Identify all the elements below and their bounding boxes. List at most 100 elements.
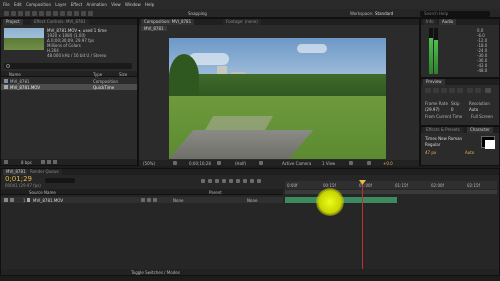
hand-tool-icon[interactable] [11,10,16,16]
camera-tool-icon[interactable] [32,10,37,16]
zoom-tool-icon[interactable] [18,10,23,16]
region-of-interest-icon[interactable] [259,161,263,165]
menu-file[interactable]: File [3,0,10,9]
draft-3d-icon[interactable] [215,179,219,183]
shy-switch-icon[interactable] [141,198,145,202]
menu-help[interactable]: Help [145,0,154,9]
menu-window[interactable]: Window [125,0,141,9]
brainstorm-icon[interactable] [243,179,247,183]
mask-tool-icon[interactable] [46,10,51,16]
project-row-selected[interactable]: MVI_8781.MOV QuickTime [1,84,137,90]
menu-animation[interactable]: Animation [87,0,107,9]
clone-tool-icon[interactable] [74,10,79,16]
tab-preview[interactable]: Preview [423,79,445,85]
skip-select[interactable]: 0 [451,107,454,112]
pan-behind-tool-icon[interactable] [39,10,44,16]
frame-rate-select[interactable]: (29.97) [425,107,440,112]
menu-view[interactable]: View [111,0,121,9]
mute-audio-icon[interactable] [467,88,473,93]
brush-tool-icon[interactable] [67,10,72,16]
comp-mini-flowchart-icon[interactable] [201,179,205,183]
magnification-select[interactable]: (50%) [143,161,155,166]
layer-name[interactable]: MVI_8781.MOV [33,198,63,203]
pen-tool-icon[interactable] [53,10,58,16]
tab-composition[interactable]: Composition: MVI_8781 [141,19,195,25]
composition-subtab[interactable]: MVI_8781 [141,26,167,31]
eraser-tool-icon[interactable] [81,10,86,16]
loop-icon[interactable] [475,88,481,93]
current-time[interactable]: 0;00;10;28 [189,161,211,166]
view-select[interactable]: Active Camera [282,161,311,166]
time-ruler[interactable]: 0:00f 00:15f 01:00f 01:15f 02:00f 02:15f [285,181,497,189]
fast-previews-icon[interactable] [349,161,353,165]
selection-tool-icon[interactable] [4,10,9,16]
current-time-indicator[interactable] [362,181,363,275]
layer-row[interactable]: 1 MVI_8781.MOV None None [1,197,283,203]
tab-effect-controls[interactable]: Effect Controls: MVI_8781 [31,19,89,25]
interpret-footage-icon[interactable] [4,160,8,164]
layer-parent-select[interactable]: None [247,198,257,203]
first-frame-icon[interactable] [425,88,431,93]
toggle-switches-modes[interactable]: Toggle Switches / Modes [131,270,180,275]
next-frame-icon[interactable] [449,88,455,93]
quality-switch-icon[interactable] [153,198,157,202]
timeline-search-input[interactable] [45,178,75,183]
composition-viewer[interactable] [169,38,386,159]
layer-mode[interactable]: None [173,198,183,203]
search-help-input[interactable]: Search Help [420,10,490,17]
timeline-current-time[interactable]: 0;01;29 [5,176,32,183]
new-composition-icon[interactable] [47,160,51,164]
column-name[interactable]: Name [9,72,21,77]
menu-effect[interactable]: Effect [71,0,83,9]
full-screen-checkbox[interactable]: Full Screen [471,114,493,119]
tab-footage[interactable]: Footage: (none) [223,19,261,25]
new-folder-icon[interactable] [41,160,45,164]
project-search-input[interactable] [4,63,132,69]
column-parent[interactable]: Parent [209,190,222,195]
flowchart-icon[interactable] [367,161,371,165]
menu-edit[interactable]: Edit [14,0,22,9]
workspace-select[interactable]: Standard [375,11,393,16]
leading-value[interactable]: Auto [465,150,474,155]
font-size-value[interactable]: 47 px [425,150,436,155]
font-style-select[interactable]: Regular [425,142,440,147]
hide-shy-layers-icon[interactable] [222,179,226,183]
tab-character[interactable]: Character [467,127,493,133]
bpc-label[interactable]: 8 bpc [21,160,32,165]
audio-speaker-icon[interactable] [10,198,14,202]
previous-frame-icon[interactable] [433,88,439,93]
column-size[interactable]: Size [119,72,127,77]
play-icon[interactable] [441,88,447,93]
resolution-select[interactable]: Auto [469,107,478,112]
tab-render-queue[interactable]: Render Queue [27,169,62,175]
stroke-color-swatch[interactable] [485,140,495,149]
rotate-tool-icon[interactable] [25,10,30,16]
font-family-select[interactable]: Times New Roman [425,136,462,141]
last-frame-icon[interactable] [457,88,463,93]
trash-icon[interactable] [53,160,57,164]
graph-editor-icon[interactable] [257,179,261,183]
exposure-value[interactable]: +0.0 [383,161,393,166]
motion-blur-icon[interactable] [236,179,240,183]
view-layout-select[interactable]: 1 View [322,161,335,166]
snapshot-icon[interactable] [217,161,221,165]
menu-composition[interactable]: Composition [26,0,51,9]
tab-info[interactable]: Info [423,19,437,25]
resolution-select[interactable]: (Half) [235,161,246,166]
collapse-switch-icon[interactable] [147,198,151,202]
column-source-name[interactable]: Source Name [29,190,56,195]
puppet-tool-icon[interactable] [88,10,93,16]
menu-layer[interactable]: Layer [55,0,66,9]
from-current-time-checkbox[interactable]: From Current Time [425,114,462,119]
tab-audio[interactable]: Audio [439,19,457,25]
snapping-label[interactable]: Snapping [188,11,207,16]
work-area-bar[interactable] [285,190,497,194]
frame-blending-icon[interactable] [229,179,233,183]
tab-effects-presets[interactable]: Effects & Presets [423,127,463,133]
tab-project[interactable]: Project [3,19,23,25]
safe-margins-icon[interactable] [173,161,177,165]
auto-keyframe-icon[interactable] [250,179,254,183]
live-update-icon[interactable] [208,179,212,183]
type-tool-icon[interactable] [60,10,65,16]
ram-preview-icon[interactable] [485,88,491,93]
